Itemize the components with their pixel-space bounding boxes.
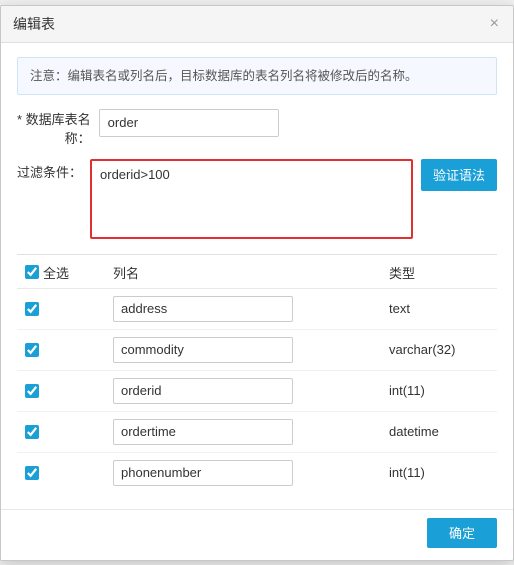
- select-all-checkbox[interactable]: [25, 265, 39, 279]
- col-type-cell: varchar(32): [389, 342, 489, 357]
- col-name-cell: [105, 378, 389, 404]
- col-checkbox-cell: [25, 466, 105, 480]
- dialog-footer: 确定: [1, 509, 513, 560]
- validate-button[interactable]: 验证语法: [421, 159, 497, 191]
- col-type-cell: int(11): [389, 465, 489, 480]
- col-name-input[interactable]: [113, 296, 293, 322]
- filter-textarea[interactable]: orderid>100: [90, 159, 413, 239]
- col-checkbox[interactable]: [25, 302, 39, 316]
- col-name-input[interactable]: [113, 419, 293, 445]
- filter-row: 过滤条件： orderid>100 验证语法: [17, 159, 497, 242]
- table-row: int(11): [17, 371, 497, 412]
- table-row: varchar(32): [17, 330, 497, 371]
- db-table-label-line1: * 数据库表名: [17, 109, 91, 128]
- close-button[interactable]: ×: [488, 16, 501, 32]
- col-type-header: 类型: [389, 263, 489, 282]
- col-checkbox-cell: [25, 425, 105, 439]
- table-name-row: * 数据库表名 称：: [17, 109, 497, 147]
- col-type-cell: datetime: [389, 424, 489, 439]
- dialog-title: 编辑表: [13, 14, 55, 34]
- table-row: datetime: [17, 412, 497, 453]
- col-checkbox[interactable]: [25, 425, 39, 439]
- col-checkbox-cell: [25, 343, 105, 357]
- col-name-input[interactable]: [113, 337, 293, 363]
- notice-box: 注意：编辑表名或列名后，目标数据库的表名列名将被修改后的名称。: [17, 57, 497, 95]
- col-checkbox-cell: [25, 302, 105, 316]
- col-checkbox[interactable]: [25, 343, 39, 357]
- table-row: text: [17, 289, 497, 330]
- col-type-cell: text: [389, 301, 489, 316]
- select-all-cell: 全选: [25, 263, 105, 282]
- filter-input-wrap: orderid>100: [90, 159, 413, 242]
- table-name-input[interactable]: [99, 109, 279, 137]
- col-checkbox[interactable]: [25, 384, 39, 398]
- col-name-cell: [105, 337, 389, 363]
- select-all-label: 全选: [43, 263, 69, 282]
- col-name-header: 列名: [105, 263, 389, 282]
- dialog-body: 注意：编辑表名或列名后，目标数据库的表名列名将被修改后的名称。 * 数据库表名 …: [1, 43, 513, 505]
- columns-scroll[interactable]: text varchar(32): [17, 289, 497, 493]
- filter-label: 过滤条件：: [17, 159, 90, 187]
- col-checkbox[interactable]: [25, 466, 39, 480]
- edit-table-dialog: 编辑表 × 注意：编辑表名或列名后，目标数据库的表名列名将被修改后的名称。 * …: [0, 5, 514, 561]
- db-table-label-line2: 称：: [17, 128, 91, 147]
- col-name-cell: [105, 419, 389, 445]
- columns-header: 全选 列名 类型: [17, 255, 497, 289]
- db-table-label: * 数据库表名 称：: [17, 109, 99, 147]
- col-name-cell: [105, 460, 389, 486]
- col-name-input[interactable]: [113, 378, 293, 404]
- columns-section: 全选 列名 类型 text: [17, 254, 497, 493]
- table-row: int(11): [17, 453, 497, 493]
- confirm-button[interactable]: 确定: [427, 518, 497, 548]
- col-checkbox-cell: [25, 384, 105, 398]
- col-type-cell: int(11): [389, 383, 489, 398]
- col-name-input[interactable]: [113, 460, 293, 486]
- dialog-header: 编辑表 ×: [1, 6, 513, 43]
- col-name-cell: [105, 296, 389, 322]
